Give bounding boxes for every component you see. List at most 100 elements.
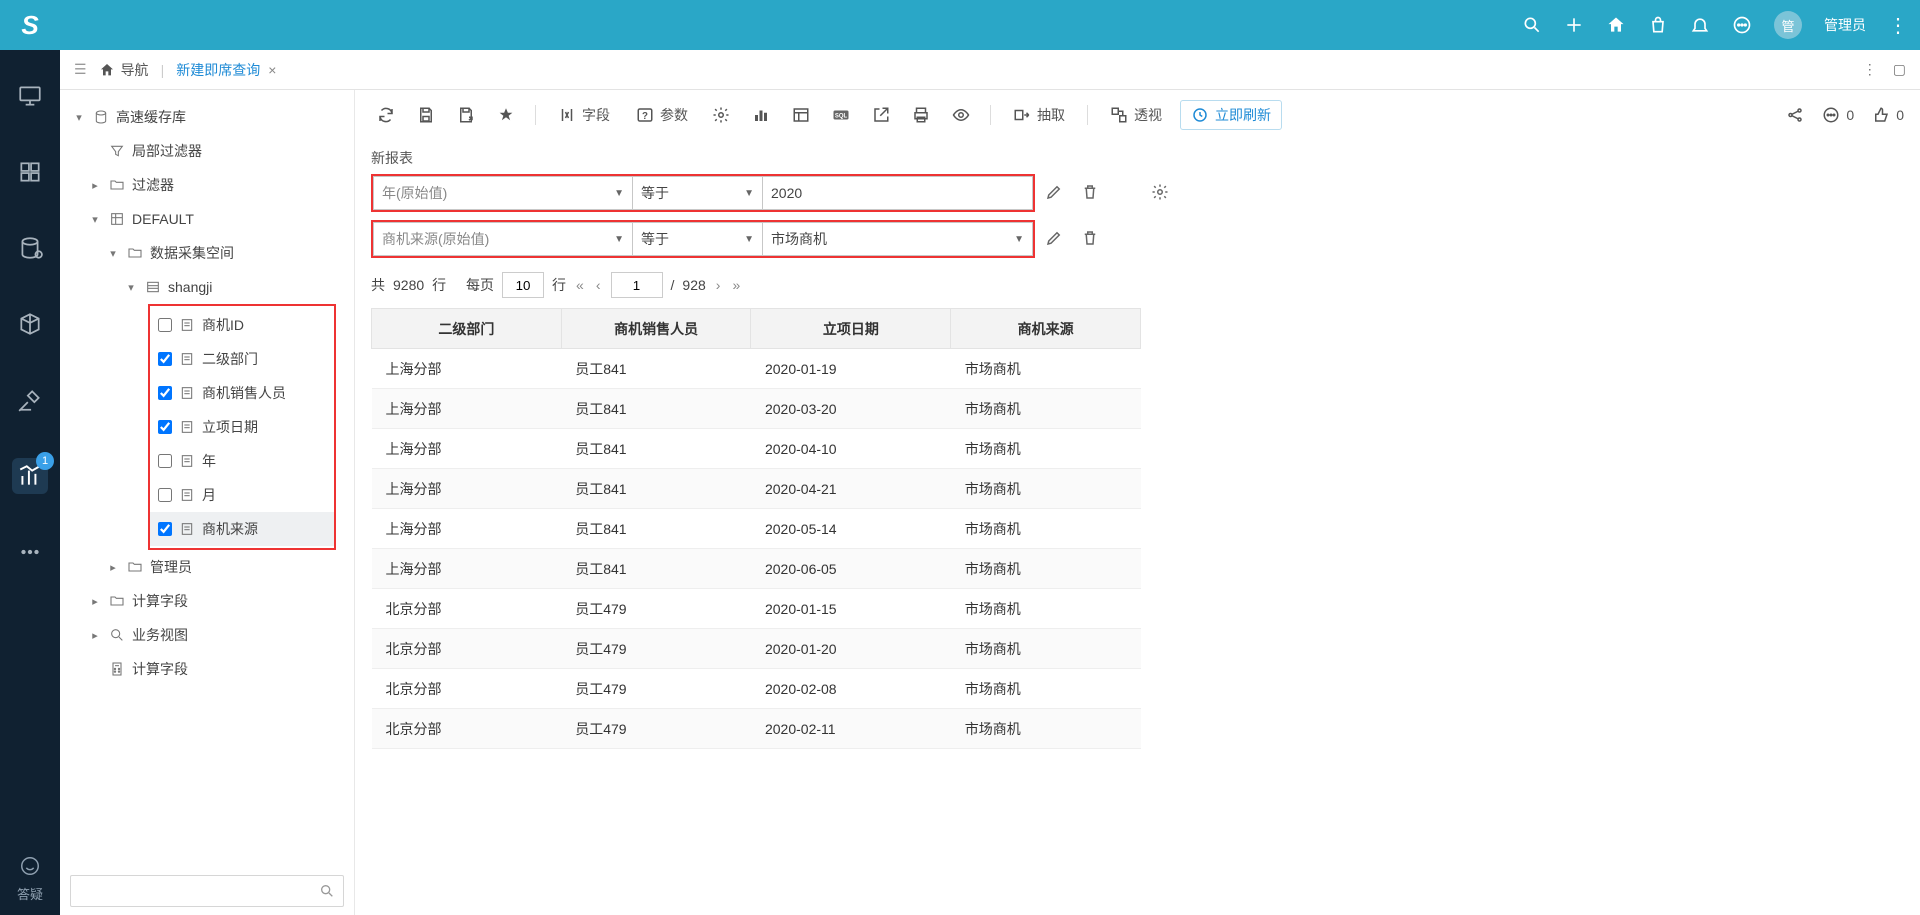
field-item[interactable]: 商机销售人员 (150, 376, 334, 410)
filter-op-select[interactable]: 等于▼ (633, 222, 763, 256)
filter-value-select[interactable]: 市场商机▼ (763, 222, 1033, 256)
extract-button[interactable]: 抽取 (1005, 100, 1073, 130)
field-checkbox[interactable] (158, 522, 172, 536)
table-header[interactable]: 二级部门 (372, 309, 562, 349)
star-button[interactable] (491, 100, 521, 130)
edit-filter-icon[interactable] (1045, 229, 1063, 250)
field-checkbox[interactable] (158, 488, 172, 502)
tree-search-input[interactable] (79, 884, 319, 899)
pager-page-input[interactable] (611, 272, 663, 298)
pager-next-icon[interactable]: › (714, 277, 723, 293)
table-row[interactable]: 上海分部员工8412020-03-20市场商机 (372, 389, 1141, 429)
table-row[interactable]: 上海分部员工8412020-04-21市场商机 (372, 469, 1141, 509)
tree-node-shangji[interactable]: ▾ shangji (70, 270, 344, 304)
comment-count[interactable]: 0 (1822, 106, 1854, 124)
tabbar-kebab-icon[interactable]: ⋮ (1863, 61, 1877, 78)
nav-cube[interactable] (12, 306, 48, 342)
pivot-button[interactable]: 透视 (1102, 100, 1170, 130)
nav-monitor[interactable] (12, 78, 48, 114)
pager-first-icon[interactable]: « (574, 277, 586, 293)
filter-field-select[interactable]: 年(原始值)▼ (373, 176, 633, 210)
user-avatar[interactable]: 管 (1774, 11, 1802, 39)
tree-node-bizview[interactable]: ▸ 业务视图 (70, 618, 344, 652)
field-checkbox[interactable] (158, 386, 172, 400)
settings-button[interactable] (706, 100, 736, 130)
field-checkbox[interactable] (158, 454, 172, 468)
help-button[interactable]: 答疑 (17, 855, 43, 915)
kebab-menu-icon[interactable]: ⋮ (1888, 13, 1908, 38)
layout-button[interactable] (786, 100, 816, 130)
field-item[interactable]: 立项日期 (150, 410, 334, 444)
field-item[interactable]: 月 (150, 478, 334, 512)
tree-node-calcfields[interactable]: ▸ 计算字段 (70, 584, 344, 618)
hamburger-icon[interactable]: ☰ (74, 61, 87, 78)
fields-button[interactable]: 字段 (550, 100, 618, 130)
search-icon[interactable] (1522, 15, 1542, 35)
filter-value-input[interactable]: 2020 (763, 176, 1033, 210)
nav-more[interactable] (12, 534, 48, 570)
params-button[interactable]: ?参数 (628, 100, 696, 130)
preview-button[interactable] (946, 100, 976, 130)
tab-close-icon[interactable]: × (268, 62, 276, 78)
tree-node-calc2[interactable]: ▸ 计算字段 (70, 652, 344, 686)
nav-gavel[interactable] (12, 382, 48, 418)
pager-last-icon[interactable]: » (730, 277, 742, 293)
saveas-button[interactable] (451, 100, 481, 130)
field-item[interactable]: 商机来源 (150, 512, 334, 546)
delete-filter-icon[interactable] (1081, 183, 1099, 204)
pager-perpage-input[interactable] (502, 272, 544, 298)
filter-settings-icon[interactable] (1151, 183, 1169, 204)
print-button[interactable] (906, 100, 936, 130)
sql-button[interactable]: SQL (826, 100, 856, 130)
table-row[interactable]: 北京分部员工4792020-02-08市场商机 (372, 669, 1141, 709)
table-row[interactable]: 上海分部员工8412020-06-05市场商机 (372, 549, 1141, 589)
table-row[interactable]: 北京分部员工4792020-01-15市场商机 (372, 589, 1141, 629)
tree-node-local-filter[interactable]: 局部过滤器 (70, 134, 344, 168)
table-row[interactable]: 上海分部员工8412020-01-19市场商机 (372, 349, 1141, 389)
table-row[interactable]: 北京分部员工4792020-02-11市场商机 (372, 709, 1141, 749)
field-checkbox[interactable] (158, 318, 172, 332)
pager-prev-icon[interactable]: ‹ (594, 277, 603, 293)
bell-icon[interactable] (1690, 15, 1710, 35)
export-button[interactable] (866, 100, 896, 130)
plus-icon[interactable] (1564, 15, 1584, 35)
edit-filter-icon[interactable] (1045, 183, 1063, 204)
tree-node-cache[interactable]: ▾ 高速缓存库 (70, 100, 344, 134)
like-count[interactable]: 0 (1872, 106, 1904, 124)
breadcrumb-home[interactable]: 导航 (99, 60, 149, 80)
save-button[interactable] (411, 100, 441, 130)
field-checkbox[interactable] (158, 420, 172, 434)
filter-op-value: 等于 (641, 229, 669, 249)
username-label[interactable]: 管理员 (1824, 15, 1866, 35)
tree-node-dataspace[interactable]: ▾ 数据采集空间 (70, 236, 344, 270)
tree-node-admin[interactable]: ▸ 管理员 (70, 550, 344, 584)
chart-button[interactable] (746, 100, 776, 130)
field-item[interactable]: 商机ID (150, 308, 334, 342)
refresh-icon-button[interactable] (371, 100, 401, 130)
table-row[interactable]: 上海分部员工8412020-04-10市场商机 (372, 429, 1141, 469)
field-item[interactable]: 二级部门 (150, 342, 334, 376)
share-button[interactable] (1786, 106, 1804, 124)
tree-node-filters[interactable]: ▸ 过滤器 (70, 168, 344, 202)
nav-database[interactable] (12, 230, 48, 266)
table-header[interactable]: 商机来源 (951, 309, 1141, 349)
nav-apps[interactable] (12, 154, 48, 190)
chat-icon[interactable] (1732, 15, 1752, 35)
table-row[interactable]: 上海分部员工8412020-05-14市场商机 (372, 509, 1141, 549)
bag-icon[interactable] (1648, 15, 1668, 35)
tab-adhoc-query[interactable]: 新建即席查询 × (176, 60, 276, 80)
home-icon[interactable] (1606, 15, 1626, 35)
tree-node-default[interactable]: ▾ DEFAULT (70, 202, 344, 236)
field-checkbox[interactable] (158, 352, 172, 366)
tabbar-maximize-icon[interactable]: ▢ (1893, 61, 1906, 78)
field-item[interactable]: 年 (150, 444, 334, 478)
filter-op-select[interactable]: 等于▼ (633, 176, 763, 210)
table-header[interactable]: 立项日期 (751, 309, 951, 349)
table-row[interactable]: 北京分部员工4792020-01-20市场商机 (372, 629, 1141, 669)
table-header[interactable]: 商机销售人员 (561, 309, 751, 349)
delete-filter-icon[interactable] (1081, 229, 1099, 250)
filter-field-select[interactable]: 商机来源(原始值)▼ (373, 222, 633, 256)
nav-analytics[interactable]: 1 (12, 458, 48, 494)
tree-search[interactable] (70, 875, 344, 907)
refresh-now-button[interactable]: 立即刷新 (1180, 100, 1282, 130)
